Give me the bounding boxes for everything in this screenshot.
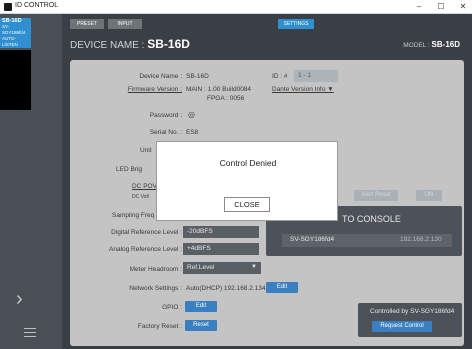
password-label: Password : <box>149 112 182 119</box>
device-card-line: AUTO-LISTEN <box>2 36 18 47</box>
page-header: DEVICE NAME : SB-16D MODEL : SB-16D <box>62 29 472 57</box>
on-button: ON <box>416 190 442 201</box>
request-control-button[interactable]: Request Control <box>372 321 432 332</box>
network-settings-label: Network Settings : <box>129 285 182 292</box>
meter-headroom-value: Ref.Level <box>187 264 215 271</box>
firmware-version-label[interactable]: Firmware Version : <box>66 86 182 93</box>
console-device-row[interactable]: SV-SGY186fd4 192.168.2.130 <box>282 234 452 247</box>
device-name-value: SB-16D <box>186 73 209 80</box>
tab-input[interactable]: INPUT <box>108 19 142 29</box>
tab-settings[interactable]: SETTINGS <box>278 19 314 29</box>
serial-number-label: Serial No. : <box>149 129 182 136</box>
digital-reference-level-value: -20dBFS <box>183 226 259 238</box>
chevron-right-icon[interactable]: › <box>16 288 23 311</box>
network-edit-button[interactable]: Edit <box>266 282 298 293</box>
app-icon <box>4 3 12 11</box>
chevron-down-icon: ▼ <box>251 264 257 270</box>
led-brightness-label: LED Brig <box>116 166 143 173</box>
device-sidebar: SB-16D SV-SGY186fd4 AUTO-LISTEN › <box>0 14 62 349</box>
console-device-name: SV-SGY186fd4 <box>290 236 335 243</box>
header-device-name: DEVICE NAME : SB-16D <box>70 37 190 51</box>
analog-reference-level-label: Analog Reference Level : <box>109 246 182 253</box>
header-model-label: MODEL : <box>403 42 430 49</box>
eye-icon[interactable]: ◎ <box>188 110 195 119</box>
factory-reset-button[interactable]: Reset <box>185 320 217 331</box>
close-dialog-button[interactable]: CLOSE <box>224 197 270 212</box>
alert-reset-button: Alert Reset <box>354 190 398 201</box>
header-model: MODEL : SB-16D <box>403 40 460 49</box>
dante-version-info-link[interactable]: Dante Version Info ▼ <box>272 86 334 93</box>
serial-number-value: ES8 <box>186 129 199 136</box>
header-device-name-value: SB-16D <box>147 37 190 51</box>
gpio-edit-button[interactable]: Edit <box>185 301 217 312</box>
digital-reference-level-label: Digital Reference Level : <box>111 229 182 236</box>
device-name-label: Device Name : <box>139 73 182 80</box>
unit-label: Unit <box>140 147 152 154</box>
header-device-name-label: DEVICE NAME : <box>70 40 145 51</box>
console-device-ip: 192.168.2.130 <box>400 236 442 243</box>
sampling-frequency-label: Sampling Freq <box>112 212 155 219</box>
window-titlebar: ID CONTROL – ☐ ✕ <box>0 0 472 14</box>
close-window-button[interactable]: ✕ <box>456 1 470 13</box>
id-label: ID : # <box>272 73 288 80</box>
meter-headroom-select[interactable]: Ref.Level ▼ <box>183 262 261 274</box>
firmware-main: MAIN : 1.00 Build0084 <box>186 86 252 93</box>
controlled-by-text: Controlled by SV-SGY186fd4 <box>370 308 455 315</box>
meter-headroom-label: Meter Headroom : <box>129 266 182 273</box>
header-model-value: SB-16D <box>431 40 460 49</box>
tab-preset[interactable]: PRESET <box>70 19 104 29</box>
device-card[interactable]: SB-16D SV-SGY186fd4 AUTO-LISTEN <box>0 18 31 48</box>
control-denied-dialog: Control Denied CLOSE <box>156 141 338 221</box>
maximize-button[interactable]: ☐ <box>434 1 448 13</box>
network-settings-value: Auto(DHCP) 192.168.2.134 <box>186 285 266 292</box>
analog-reference-level-value: +4dBFS <box>183 243 259 255</box>
id-value: 1 - 1 <box>294 70 338 82</box>
device-thumbnail <box>0 50 31 110</box>
to-console-title: TO CONSOLE <box>342 214 401 224</box>
window-title: ID CONTROL <box>15 2 59 9</box>
gpio-label: GPIO : <box>162 304 182 311</box>
dialog-title: Control Denied <box>219 158 277 168</box>
dc-volt-label: DC Volt <box>132 194 149 200</box>
hamburger-menu-icon[interactable] <box>24 328 36 340</box>
factory-reset-label: Factory Reset : <box>137 323 182 330</box>
minimize-button[interactable]: – <box>412 1 426 13</box>
control-status-panel: Controlled by SV-SGY186fd4 Request Contr… <box>358 303 462 337</box>
tab-bar: PRESET INPUT SETTINGS <box>62 14 472 29</box>
device-card-line: SV-SGY186fd4 <box>2 24 26 35</box>
firmware-fpga: FPGA : 0056 <box>207 95 245 102</box>
dc-power-label: DC POV <box>132 183 157 190</box>
